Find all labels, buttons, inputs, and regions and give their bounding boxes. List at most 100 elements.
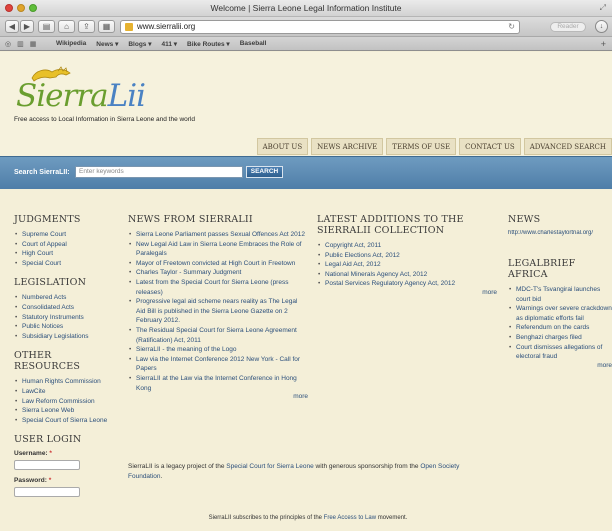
reload-icon[interactable]: ↻ — [508, 21, 515, 33]
news-item[interactable]: Latest from the Special Court for Sierra… — [128, 278, 308, 297]
reader-button[interactable]: Reader — [550, 22, 586, 32]
judgments-heading: JUDGMENTS — [14, 214, 81, 225]
nav-news-archive[interactable]: NEWS ARCHIVE — [311, 138, 384, 155]
legislation-item[interactable]: Consolidated Acts — [14, 303, 114, 313]
latest-item[interactable]: Legal Aid Act, 2012 — [317, 260, 497, 270]
legalbrief-item[interactable]: MDC-T's Tsvangirai launches court bid — [508, 285, 612, 304]
legacy-text: . — [160, 472, 163, 480]
legalbrief-item[interactable]: Warnings over severe crackdown as diplom… — [508, 304, 612, 323]
legalbrief-item[interactable]: Referendum on the cards — [508, 323, 612, 333]
site-logo[interactable]: SierraLii — [16, 78, 146, 114]
news-item[interactable]: SierraLII - the meaning of the Logo — [128, 345, 308, 355]
latest-more-link[interactable]: more — [317, 289, 497, 296]
bookmark-item[interactable]: News ▾ — [96, 40, 118, 48]
legacy-text: with generous sponsorship from the — [313, 463, 421, 470]
logo-text-sierra: Sierra — [16, 78, 109, 114]
news-item[interactable]: Mayor of Freetown convicted at High Cour… — [128, 259, 308, 269]
judgments-item[interactable]: High Court — [14, 249, 114, 259]
news-right-heading: NEWS — [508, 214, 541, 225]
password-field[interactable] — [14, 487, 80, 498]
latest-item[interactable]: Public Elections Act, 2012 — [317, 251, 497, 261]
bookmark-list: Wikipedia News ▾ Blogs ▾ 411 ▾ Bike Rout… — [56, 40, 266, 48]
required-mark: * — [49, 450, 52, 458]
required-mark: * — [48, 477, 52, 485]
fullscreen-icon[interactable]: ⤢ — [600, 3, 606, 13]
news-item[interactable]: The Residual Special Court for Sierra Le… — [128, 326, 308, 345]
bookmark-item[interactable]: Bike Routes ▾ — [187, 40, 230, 48]
news-item[interactable]: Law via the Internet Conference 2012 New… — [128, 355, 308, 374]
nav-about-us[interactable]: ABOUT US — [256, 138, 309, 155]
news-item[interactable]: New Legal Aid Law in Sierra Leone Embrac… — [128, 240, 308, 259]
news-item[interactable]: Charles Taylor - Summary Judgment — [128, 268, 308, 278]
logo-text-lii: Lii — [107, 78, 146, 114]
resource-item[interactable]: Sierra Leone Web — [14, 406, 114, 416]
search-bar: Search SierraLII: Enter keywords SEARCH — [0, 156, 612, 189]
left-column: JUDGMENTS Supreme Court Court of Appeal … — [14, 214, 114, 506]
legislation-item[interactable]: Public Notices — [14, 322, 114, 332]
bookmarks-book-icon[interactable]: ▥ — [17, 40, 24, 48]
legalbrief-heading: LEGALBRIEF AFRICA — [508, 258, 576, 280]
news-item[interactable]: Progressive legal aid scheme nears reali… — [128, 297, 308, 326]
tab-view-icon[interactable]: ▦ — [98, 20, 115, 33]
legalbrief-item[interactable]: Benghazi charges filed — [508, 333, 612, 343]
principles-text: SierraLII subscribes to the principles o… — [208, 515, 324, 521]
web-page: SierraLii Free access to Local Informati… — [0, 52, 612, 531]
legislation-section: LEGISLATION Numbered Acts Consolidated A… — [14, 277, 114, 341]
home-icon[interactable]: ⌂ — [58, 20, 75, 33]
free-access-to-law-link[interactable]: Free Access to Law — [324, 515, 376, 521]
nav-contact-us[interactable]: CONTACT US — [459, 138, 521, 155]
charles-taylor-trial-link[interactable]: http://www.charlestaylortrial.org/ — [508, 230, 612, 236]
resource-item[interactable]: LawCite — [14, 387, 114, 397]
legislation-item[interactable]: Subsidiary Legislations — [14, 332, 114, 342]
username-field[interactable] — [14, 460, 80, 471]
principles-statement: SierraLII subscribes to the principles o… — [128, 515, 488, 521]
legacy-text: SierraLII is a legacy project of the — [128, 463, 227, 470]
share-icon[interactable]: ⇪ — [78, 20, 95, 33]
nav-advanced-search[interactable]: ADVANCED SEARCH — [523, 138, 612, 155]
news-item[interactable]: Sierra Leone Parliament passes Sexual Of… — [128, 230, 308, 240]
legislation-item[interactable]: Statutory Instruments — [14, 313, 114, 323]
resource-item[interactable]: Special Court of Sierra Leone — [14, 416, 114, 426]
judgments-item[interactable]: Special Court — [14, 259, 114, 269]
news-more-link[interactable]: more — [128, 393, 308, 400]
back-button[interactable]: ◀ — [5, 20, 19, 33]
browser-toolbar: ◀ ▶ ▤ ⌂ ⇪ ▦ www.sierralii.org ↻ Reader ↓ — [0, 17, 612, 37]
nav-terms-of-use[interactable]: TERMS OF USE — [386, 138, 457, 155]
right-column: NEWS http://www.charlestaylortrial.org/ … — [508, 214, 612, 369]
legalbrief-more-link[interactable]: more — [508, 362, 612, 369]
window-title: Welcome | Sierra Leone Legal Information… — [210, 3, 402, 13]
latest-item[interactable]: Postal Services Regulatory Agency Act, 2… — [317, 279, 497, 289]
search-input[interactable]: Enter keywords — [75, 166, 243, 178]
latest-item[interactable]: National Minerals Agency Act, 2012 — [317, 270, 497, 280]
top-sites-icon[interactable]: ▦ — [30, 40, 37, 48]
reading-list-bookmark-icon[interactable]: ◎ — [5, 40, 11, 48]
resource-item[interactable]: Law Reform Commission — [14, 397, 114, 407]
bookmark-item[interactable]: Blogs ▾ — [128, 40, 151, 48]
latest-item[interactable]: Copyright Act, 2011 — [317, 241, 497, 251]
search-button[interactable]: SEARCH — [246, 166, 283, 178]
judgments-item[interactable]: Court of Appeal — [14, 240, 114, 250]
bookmark-item[interactable]: Wikipedia — [56, 40, 86, 48]
legislation-heading: LEGISLATION — [14, 277, 87, 289]
judgments-item[interactable]: Supreme Court — [14, 230, 114, 240]
news-item[interactable]: SierraLII at the Law via the Internet Co… — [128, 374, 308, 393]
address-bar[interactable]: www.sierralii.org ↻ — [120, 20, 520, 34]
resource-item[interactable]: Human Rights Commission — [14, 377, 114, 387]
legislation-item[interactable]: Numbered Acts — [14, 293, 114, 303]
forward-button[interactable]: ▶ — [20, 20, 34, 33]
other-resources-heading: OTHER RESOURCES — [14, 350, 81, 373]
password-label: Password: * — [14, 477, 114, 484]
user-login-section: USER LOGIN Username: * Password: * — [14, 434, 114, 498]
add-bookmark-icon[interactable]: + — [601, 39, 606, 49]
news-column: NEWS FROM SIERRALII Sierra Leone Parliam… — [128, 214, 308, 400]
reading-list-icon[interactable]: ▤ — [38, 20, 55, 33]
username-label: Username: * — [14, 450, 114, 457]
bookmark-item[interactable]: 411 ▾ — [161, 40, 177, 48]
downloads-icon[interactable]: ↓ — [595, 20, 608, 33]
latest-additions-column: LATEST ADDITIONS TO THE SIERRALII COLLEC… — [317, 214, 497, 296]
legalbrief-item[interactable]: Court dismisses allegations of electoral… — [508, 343, 612, 362]
bookmark-item[interactable]: Baseball — [240, 40, 267, 48]
latest-heading: LATEST ADDITIONS TO THE SIERRALII COLLEC… — [317, 214, 464, 236]
site-header: SierraLii Free access to Local Informati… — [0, 52, 612, 189]
special-court-link[interactable]: Special Court for Sierra Leone — [226, 463, 313, 470]
